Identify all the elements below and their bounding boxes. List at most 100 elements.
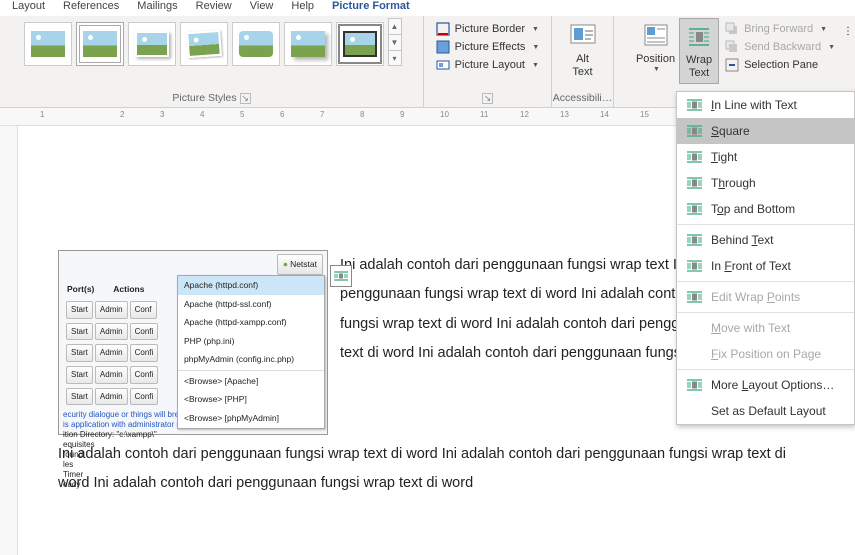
xampp-admin-button: Admin: [95, 301, 128, 319]
send-backward-icon: [725, 40, 739, 54]
tab-picture-format[interactable]: Picture Format: [324, 0, 418, 16]
group-accessibility: Alt Text Accessibili…: [552, 16, 614, 107]
group-label-picture-tools: ↘: [482, 91, 493, 107]
xampp-config-button: Confi: [130, 344, 159, 362]
tab-layout[interactable]: Layout: [4, 0, 53, 16]
ctx-item: PHP (php.ini): [178, 332, 324, 351]
picture-layout-button[interactable]: Picture Layout▼: [434, 56, 542, 74]
netstat-button: Netstat: [277, 254, 323, 275]
menu-label: Move with Text: [711, 321, 790, 335]
tight-icon: [685, 149, 703, 165]
picture-style-3[interactable]: [128, 22, 176, 66]
picture-style-4[interactable]: [180, 22, 228, 66]
selection-pane-icon: [725, 58, 739, 72]
wrap-option-more-layout-options-[interactable]: More Layout Options…: [677, 372, 854, 398]
menu-label: Top and Bottom: [711, 202, 795, 216]
front-icon: [685, 258, 703, 274]
xampp-admin-button: Admin: [95, 344, 128, 362]
xampp-config-button: Confi: [130, 366, 159, 384]
picture-style-2[interactable]: [76, 22, 124, 66]
ctx-item: phpMyAdmin (config.inc.php): [178, 350, 324, 369]
menu-label: In Front of Text: [711, 259, 791, 273]
edit-icon: [685, 289, 703, 305]
wrap-option-tight[interactable]: Tight: [677, 144, 854, 170]
xampp-admin-button: Admin: [95, 323, 128, 341]
bring-forward-button[interactable]: Bring Forward▼: [723, 20, 837, 38]
position-button[interactable]: Position▼: [632, 18, 679, 84]
xampp-config-button: Confi: [130, 388, 159, 406]
tab-mailings[interactable]: Mailings: [129, 0, 185, 16]
dialog-launcher-icon[interactable]: ↘: [240, 93, 251, 104]
alt-text-button[interactable]: Alt Text: [564, 18, 602, 78]
menu-label: In Line with Text: [711, 98, 797, 112]
menu-label: Fix Position on Page: [711, 347, 821, 361]
gallery-more-icon[interactable]: ▾: [388, 50, 402, 66]
border-icon: [436, 22, 450, 36]
inline-icon: [685, 97, 703, 113]
topbot-icon: [685, 201, 703, 217]
picture-border-button[interactable]: Picture Border▼: [434, 20, 542, 38]
picture-style-7-selected[interactable]: [336, 22, 384, 66]
menu-label: More Layout Options…: [711, 378, 834, 392]
ctx-item: <Browse> [PHP]: [178, 390, 324, 409]
tab-view[interactable]: View: [242, 0, 282, 16]
behind-icon: [685, 232, 703, 248]
xampp-start-button: Start: [66, 301, 93, 319]
dialog-launcher-icon[interactable]: ↘: [482, 93, 493, 104]
tab-review[interactable]: Review: [188, 0, 240, 16]
undefined-icon: [685, 403, 703, 419]
menu-label: Tight: [711, 150, 737, 164]
gallery-scroll[interactable]: ▲ ▼ ▾: [388, 18, 402, 66]
menu-label: Square: [711, 124, 750, 138]
vertical-ruler[interactable]: [0, 126, 18, 555]
group-label-accessibility: Accessibili…: [553, 90, 613, 107]
wrap-text-menu: In Line with Text Square Tight Through Top a…: [676, 91, 855, 425]
send-backward-button[interactable]: Send Backward▼: [723, 38, 837, 56]
wrap-text-icon: [684, 22, 714, 52]
group-picture-tools: Picture Border▼ Picture Effects▼ Picture…: [424, 16, 552, 107]
menu-label: Through: [711, 176, 756, 190]
ctx-item: <Browse> [Apache]: [178, 372, 324, 391]
square-icon: [685, 123, 703, 139]
picture-style-6[interactable]: [284, 22, 332, 66]
bring-forward-icon: [725, 22, 739, 36]
wrap-option-in-front-of-text[interactable]: In Front of Text: [677, 253, 854, 279]
picture-style-1[interactable]: [24, 22, 72, 66]
more-icon: [685, 377, 703, 393]
tab-help[interactable]: Help: [283, 0, 322, 16]
layout-options-handle[interactable]: [330, 265, 352, 287]
wrap-option-behind-text[interactable]: Behind Text: [677, 227, 854, 253]
gallery-up-icon[interactable]: ▲: [388, 18, 402, 34]
xampp-admin-button: Admin: [95, 366, 128, 384]
tab-references[interactable]: References: [55, 0, 127, 16]
xampp-start-button: Start: [66, 366, 93, 384]
menu-label: Set as Default Layout: [711, 404, 826, 418]
xampp-start-button: Start: [66, 388, 93, 406]
wrap-option-move-with-text: Move with Text: [677, 315, 854, 341]
wrap-option-in-line-with-text[interactable]: In Line with Text: [677, 92, 854, 118]
wrap-text-button[interactable]: Wrap Text: [679, 18, 719, 84]
menu-label: Edit Wrap Points: [711, 290, 800, 304]
layout-icon: [436, 58, 450, 72]
wrap-option-set-as-default-layout[interactable]: Set as Default Layout: [677, 398, 854, 424]
xampp-config-button: Conf: [130, 301, 157, 319]
group-label-picture-styles: Picture Styles ↘: [172, 90, 250, 107]
group-picture-styles: ▲ ▼ ▾ Picture Styles ↘: [0, 16, 424, 107]
wrap-option-edit-wrap-points: Edit Wrap Points: [677, 284, 854, 310]
wrap-option-square[interactable]: Square: [677, 118, 854, 144]
inserted-image[interactable]: Netstat BbCcDc A ➘ Port(s)Actions StartA…: [58, 250, 328, 435]
xampp-admin-button: Admin: [95, 388, 128, 406]
wrap-option-through[interactable]: Through: [677, 170, 854, 196]
gallery-down-icon[interactable]: ▼: [388, 34, 402, 50]
picture-style-5[interactable]: [232, 22, 280, 66]
effects-icon: [436, 40, 450, 54]
picture-effects-button[interactable]: Picture Effects▼: [434, 38, 542, 56]
undefined-icon: [685, 346, 703, 362]
ctx-item: Apache (httpd-xampp.conf): [178, 313, 324, 332]
wrap-option-top-and-bottom[interactable]: Top and Bottom: [677, 196, 854, 222]
selection-pane-button[interactable]: Selection Pane: [723, 56, 837, 74]
config-context-menu: Apache (httpd.conf)Apache (httpd-ssl.con…: [177, 275, 325, 429]
alt-text-icon: [568, 21, 598, 51]
undefined-icon: [685, 320, 703, 336]
wrap-option-fix-position-on-page: Fix Position on Page: [677, 341, 854, 367]
